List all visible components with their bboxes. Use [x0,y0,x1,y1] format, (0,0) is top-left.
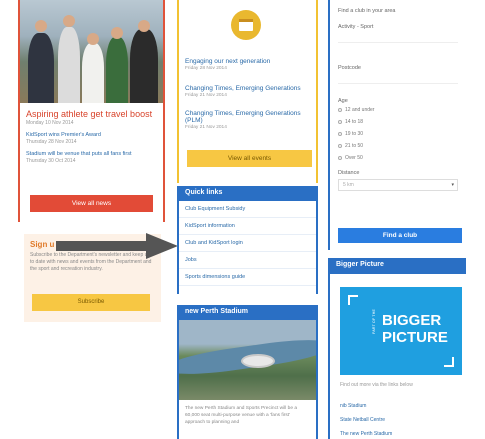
calendar-icon [231,10,261,40]
stadium-panel: new Perth Stadium The new Perth Stadium … [177,305,318,439]
age-option[interactable]: 12 and under [330,104,466,116]
activity-input[interactable] [338,33,458,43]
age-option-label: 12 and under [345,107,375,113]
age-option-label: 21 to 50 [345,143,364,149]
quick-link[interactable]: Club and KidSport login [179,235,316,252]
bigger-picture-text: Find out more via the links below [340,382,413,388]
postcode-input[interactable] [338,74,458,84]
view-all-events-button[interactable]: View all events [187,150,312,167]
news-item-title[interactable]: KidSport wins Premier's Award [20,126,163,138]
quick-links-title: Quick links [179,186,316,201]
events-panel: Engaging our next generation Friday 28 N… [177,0,318,183]
postcode-label: Postcode [338,65,361,71]
quick-link[interactable]: Sports dimensions guide [179,269,316,286]
person-figure [58,27,80,103]
bigger-picture-link[interactable]: The new Perth Stadium [340,431,392,437]
age-option-label: 14 to 18 [345,119,364,125]
event-title[interactable]: Engaging our next generation [179,58,316,65]
radio-icon [338,131,342,136]
logo-line: BIGGER [382,312,442,329]
person-head [87,33,99,45]
age-option-label: 19 to 30 [345,131,364,137]
news-panel: Aspiring athlete get travel boost Monday… [18,0,165,222]
age-option-label: Over 50 [345,155,363,161]
radio-icon [338,107,342,112]
news-photo [20,0,163,103]
event-title[interactable]: Changing Times, Emerging Generations [179,85,316,92]
find-a-club-button[interactable]: Find a club [338,228,462,243]
news-headline-date: Monday 10 Nov 2014 [26,120,74,126]
news-item-date: Thursday 28 Nov 2014 [26,139,77,145]
bigger-picture-title: Bigger Picture [330,258,466,274]
club-finder-intro: Find a club in your area [338,8,396,14]
distance-select[interactable]: 5 km ▾ [338,179,458,191]
quick-link[interactable]: Jobs [179,252,316,269]
view-all-news-button[interactable]: View all news [30,195,153,212]
logo-text: BIGGER PICTURE [382,312,448,346]
chevron-down-icon: ▾ [451,182,454,188]
person-figure [82,43,104,103]
logo-side-text: PART OF THE [372,309,376,334]
news-headline[interactable]: Aspiring athlete get travel boost [20,103,163,119]
person-figure [130,29,158,103]
radio-icon [338,155,342,160]
person-head [138,20,150,32]
logo-line: PICTURE [382,329,448,346]
person-head [63,15,75,27]
stadium-shape [241,354,275,368]
club-finder-panel: Find a club in your area Activity - Spor… [328,0,466,250]
event-title[interactable]: Changing Times, Emerging Generations (PL… [179,110,316,124]
quick-link[interactable]: KidSport information [179,218,316,235]
activity-label: Activity - Sport [338,24,374,30]
arrow-icon [56,233,178,259]
person-figure [106,37,128,103]
radio-icon [338,143,342,148]
corner-bracket [348,295,358,305]
news-item-title[interactable]: Stadium will be venue that puts all fans… [20,145,163,157]
event-date: Friday 21 Nov 2014 [185,125,227,130]
quick-link[interactable]: Club Equipment Subsidy [179,201,316,218]
corner-bracket [444,357,454,367]
bigger-picture-panel: Bigger Picture PART OF THE BIGGER PICTUR… [328,258,466,439]
distance-label: Distance [338,170,360,176]
stadium-text: The new Perth Stadium and Sports Precinc… [185,406,297,425]
distance-value: 5 km [343,182,354,188]
bigger-picture-link[interactable]: nib Stadium [340,403,366,409]
news-item-date: Thursday 30 Oct 2014 [26,158,76,164]
person-head [111,27,123,39]
stadium-image[interactable] [179,320,316,400]
age-option[interactable]: 19 to 30 [330,128,466,140]
radio-icon [338,119,342,124]
quick-links-panel: Quick links Club Equipment Subsidy KidSp… [177,186,318,294]
bigger-picture-link[interactable]: State Netball Centre [340,417,385,423]
person-figure [28,33,54,103]
age-option[interactable]: Over 50 [330,152,466,164]
subscribe-button[interactable]: Subscribe [32,294,150,311]
age-option[interactable]: 14 to 18 [330,116,466,128]
age-option[interactable]: 21 to 50 [330,140,466,152]
person-head [35,20,47,32]
bigger-picture-logo[interactable]: PART OF THE BIGGER PICTURE [340,287,462,375]
stadium-title[interactable]: new Perth Stadium [179,305,316,320]
